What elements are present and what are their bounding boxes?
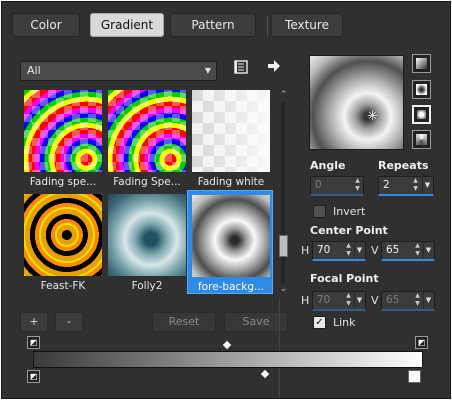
gallery-item[interactable]: Fading Spe... xyxy=(104,86,186,190)
tab-gradient[interactable]: Gradient xyxy=(90,13,164,37)
crosshair-icon[interactable]: ✳ xyxy=(366,110,379,123)
invert-label: Invert xyxy=(333,205,366,218)
spin-updown-icon[interactable]: ▲ ▼ xyxy=(411,177,420,194)
tab-color[interactable]: Color xyxy=(12,13,80,37)
gallery-item-label: Fading Spe... xyxy=(113,176,181,188)
repeats-value: 2 xyxy=(383,179,390,191)
material-properties-window: Color Gradient Pattern Texture All ▼ Fad… xyxy=(1,1,451,399)
focal-h-input[interactable]: 70 ▲ ▼ ▼ xyxy=(312,291,366,311)
focal-h-value: 70 xyxy=(317,294,331,306)
end-color-stop[interactable] xyxy=(408,370,421,383)
gallery-item-label: fore-backg... xyxy=(197,281,265,293)
link-checkbox[interactable]: ✓ xyxy=(313,316,326,329)
tab-separator xyxy=(267,16,268,36)
chevron-down-icon[interactable]: ▼ xyxy=(354,242,364,259)
chevron-down-icon: ▼ xyxy=(204,66,211,75)
focal-v-label: V xyxy=(371,294,379,307)
angle-input[interactable]: 0 ▲ ▼ xyxy=(310,176,364,196)
spin-updown-icon[interactable]: ▲ ▼ xyxy=(413,292,422,309)
center-v-input[interactable]: 65 ▲ ▼ ▼ xyxy=(381,241,435,261)
gallery-item[interactable]: Fading spe... xyxy=(20,86,102,190)
spin-updown-icon[interactable]: ▲ ▼ xyxy=(413,242,422,259)
focal-v-value: 65 xyxy=(386,294,400,306)
invert-checkbox[interactable] xyxy=(313,205,326,218)
color-midpoint-marker[interactable] xyxy=(260,369,270,379)
spin-updown-icon[interactable]: ▲ ▼ xyxy=(353,177,362,194)
gallery-item[interactable]: Folly2 xyxy=(104,190,186,294)
sunburst-style-button[interactable] xyxy=(412,130,431,149)
angle-value: 0 xyxy=(315,179,322,191)
focal-v-input[interactable]: 65 ▲ ▼ ▼ xyxy=(381,291,435,311)
reset-button[interactable]: Reset xyxy=(152,312,216,332)
center-h-label: H xyxy=(301,244,310,257)
center-v-label: V xyxy=(371,244,379,257)
gradient-swatch xyxy=(108,90,186,172)
gradient-bar[interactable] xyxy=(33,351,423,368)
gallery-item[interactable]: Fading white xyxy=(188,86,270,190)
opacity-midpoint-marker[interactable] xyxy=(222,340,232,350)
rectangular-style-button[interactable] xyxy=(412,80,431,99)
repeats-label: Repeats xyxy=(378,159,429,172)
gallery-item-selected[interactable]: fore-backg... xyxy=(187,190,273,294)
spin-updown-icon[interactable]: ▲ ▼ xyxy=(344,242,353,259)
chevron-down-icon[interactable]: ▼ xyxy=(423,292,433,309)
spin-updown-icon[interactable]: ▲ ▼ xyxy=(344,292,353,309)
library-icon[interactable] xyxy=(232,59,250,77)
gallery-item-label: Folly2 xyxy=(131,280,163,292)
gallery-scrollbar[interactable]: ⌃ ⌄ xyxy=(278,90,289,296)
fg-color-stop-icon[interactable]: ◩ xyxy=(27,336,40,349)
tab-pattern[interactable]: Pattern xyxy=(170,13,256,37)
category-select[interactable]: All ▼ xyxy=(20,61,217,81)
scroll-up-icon[interactable]: ⌃ xyxy=(278,90,289,100)
gradient-gallery: Fading spe... Fading Spe... Fading white… xyxy=(18,86,276,298)
center-h-input[interactable]: 70 ▲ ▼ ▼ xyxy=(312,241,366,261)
category-select-value: All xyxy=(27,64,41,77)
start-color-stop[interactable]: ◩ xyxy=(27,370,40,383)
angle-label: Angle xyxy=(310,159,346,172)
linear-style-button[interactable] xyxy=(412,54,431,73)
center-v-value: 65 xyxy=(386,244,400,256)
link-label: Link xyxy=(333,316,356,329)
tab-texture[interactable]: Texture xyxy=(271,13,343,37)
gallery-item-label: Fading white xyxy=(197,176,265,188)
center-h-value: 70 xyxy=(317,244,331,256)
chevron-down-icon[interactable]: ▼ xyxy=(354,292,364,309)
gradient-swatch xyxy=(24,194,102,276)
gradient-swatch xyxy=(108,194,186,276)
gradient-preview[interactable]: ✳ xyxy=(309,55,404,150)
chevron-down-icon[interactable]: ▼ xyxy=(423,242,433,259)
gallery-item-label: Feast-FK xyxy=(40,280,86,292)
scrollbar-thumb[interactable] xyxy=(279,235,288,257)
add-button[interactable]: + xyxy=(20,312,48,332)
bg-color-stop-icon[interactable]: ◩ xyxy=(415,336,428,349)
gradient-swatch xyxy=(192,90,270,172)
gallery-item-label: Fading spe... xyxy=(29,176,97,188)
repeats-input[interactable]: 2 ▲ ▼ ▼ xyxy=(378,176,434,196)
gallery-item[interactable]: Feast-FK xyxy=(20,190,102,294)
divider xyxy=(279,298,280,398)
chevron-down-icon[interactable]: ▼ xyxy=(422,177,432,194)
center-point-label: Center Point xyxy=(310,224,388,237)
gradient-swatch xyxy=(192,195,270,277)
gradient-swatch xyxy=(24,90,102,172)
focal-point-label: Focal Point xyxy=(310,272,379,285)
remove-button[interactable]: - xyxy=(55,312,83,332)
scroll-down-icon[interactable]: ⌄ xyxy=(278,284,289,294)
focal-h-label: H xyxy=(301,294,310,307)
radial-style-button[interactable] xyxy=(412,105,431,124)
right-arrow-icon[interactable] xyxy=(265,59,283,77)
